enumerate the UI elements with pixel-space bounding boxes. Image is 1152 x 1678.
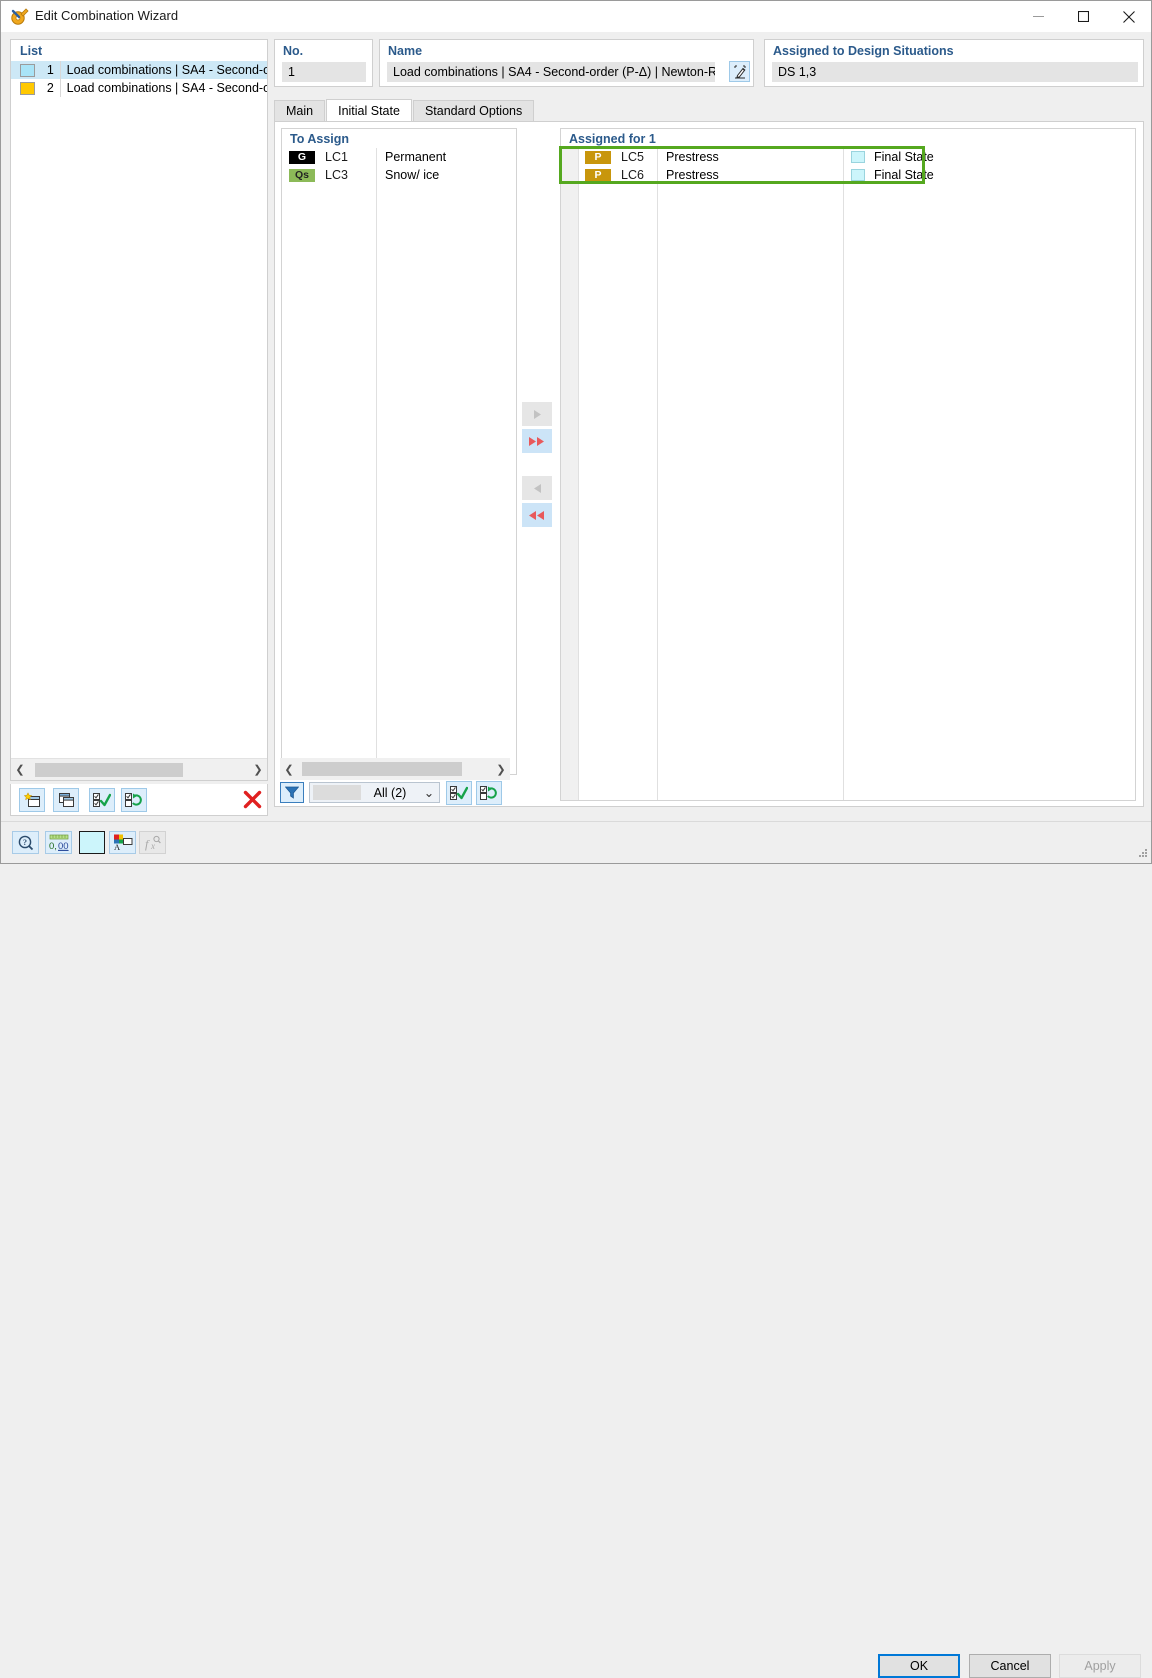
assign-all-button[interactable] <box>522 429 552 453</box>
to-assign-horizontal-scrollbar[interactable]: ❮ ❯ <box>280 758 510 780</box>
design-situations-caption: Assigned to Design Situations <box>773 44 954 58</box>
svg-text:0,: 0, <box>49 841 57 852</box>
copy-combination-button[interactable] <box>53 788 79 812</box>
formula-fx-icon: f x <box>139 831 166 854</box>
minimize-icon[interactable] <box>1016 1 1061 32</box>
chevron-right-icon[interactable]: ❯ <box>249 759 267 781</box>
assigned-grid: P LC5 Prestress Final State P LC6 Prestr… <box>561 148 1135 800</box>
chevron-left-icon[interactable]: ❮ <box>280 758 298 780</box>
list-caption: List <box>20 44 43 58</box>
color-swatch-icon <box>20 63 35 77</box>
number-input[interactable]: 1 <box>282 62 366 82</box>
name-input[interactable]: Load combinations | SA4 - Second-order (… <box>387 62 715 82</box>
decimal-places-icon[interactable]: 0, 00 <box>45 831 72 854</box>
cancel-button[interactable]: Cancel <box>969 1654 1051 1678</box>
tab-bar: Main Initial State Standard Options <box>274 99 535 121</box>
number-caption: No. <box>283 44 304 58</box>
assigned-rows-highlight <box>559 146 925 184</box>
load-case-description: Permanent <box>385 150 447 164</box>
chevron-left-icon[interactable]: ❮ <box>11 759 29 781</box>
select-all-button[interactable] <box>446 780 472 805</box>
column-divider <box>657 148 658 800</box>
maximize-icon[interactable] <box>1061 1 1106 32</box>
scrollbar-thumb[interactable] <box>302 762 462 776</box>
load-case-code: LC1 <box>325 150 348 164</box>
scrollbar-track[interactable] <box>298 762 492 776</box>
table-row[interactable]: G LC1 Permanent <box>282 148 516 166</box>
load-case-badge: G <box>289 150 315 164</box>
list-item-label: Load combinations | SA4 - Second-order ( <box>66 63 267 77</box>
filter-funnel-icon[interactable] <box>280 782 304 803</box>
table-row[interactable]: Qs LC3 Snow/ ice <box>282 166 516 184</box>
list-caption-row: List <box>11 40 267 61</box>
combination-list-panel: List 1 Load combinations | SA4 - Second-… <box>10 39 268 781</box>
list-item-number: 2 <box>46 81 54 95</box>
load-case-code: LC3 <box>325 168 348 182</box>
unassign-all-button[interactable] <box>522 503 552 527</box>
to-assign-caption: To Assign <box>290 132 350 146</box>
chevron-down-icon[interactable]: ⌄ <box>419 785 439 800</box>
to-assign-filter-bar: All (2) ⌄ <box>280 780 510 805</box>
color-swatch-icon <box>20 81 35 95</box>
design-situations-panel: Assigned to Design Situations DS 1,3 <box>764 39 1144 87</box>
svg-text:A: A <box>114 842 121 851</box>
svg-text:f: f <box>145 837 150 851</box>
select-all-button[interactable] <box>89 788 115 812</box>
svg-text:x: x <box>150 841 155 851</box>
name-caption: Name <box>388 44 423 58</box>
filter-value: All (2) <box>373 785 407 800</box>
new-combination-button[interactable] <box>19 788 45 812</box>
unassign-one-button[interactable] <box>522 476 552 500</box>
to-assign-grid: G LC1 Permanent Qs LC3 Snow/ ice <box>282 148 516 774</box>
column-divider <box>376 148 377 774</box>
load-case-badge: Qs <box>289 168 315 182</box>
filter-select[interactable]: All (2) ⌄ <box>309 782 440 803</box>
list-item[interactable]: 2 Load combinations | SA4 - Second-order… <box>11 79 267 97</box>
assigned-box: Assigned for 1 P LC5 Prestress Final Sta… <box>560 128 1136 801</box>
close-icon[interactable] <box>1106 1 1151 32</box>
delete-combination-button[interactable] <box>239 787 265 811</box>
edit-combination-wizard-window: Edit Combination Wizard List 1 Load comb… <box>0 0 1152 1678</box>
tab-standard-options[interactable]: Standard Options <box>412 100 535 121</box>
tab-main[interactable]: Main <box>274 100 326 121</box>
title-bar: Edit Combination Wizard <box>1 1 1151 32</box>
display-properties-icon[interactable]: A <box>109 831 136 854</box>
pencil-edit-icon[interactable] <box>729 61 750 82</box>
load-case-description: Snow/ ice <box>385 168 440 182</box>
combination-wizard-icon <box>10 7 29 26</box>
chevron-right-icon[interactable]: ❯ <box>492 758 510 780</box>
invert-selection-button[interactable] <box>476 780 502 805</box>
window-controls <box>1016 1 1151 32</box>
list-horizontal-scrollbar[interactable]: ❮ ❯ <box>11 758 267 780</box>
apply-button: Apply <box>1059 1654 1141 1678</box>
window-title: Edit Combination Wizard <box>35 8 179 23</box>
column-divider <box>843 148 844 800</box>
list-toolbar <box>10 784 268 816</box>
design-situations-value[interactable]: DS 1,3 <box>772 62 1138 82</box>
to-assign-box: To Assign G LC1 Permanent Qs LC3 Snow/ i… <box>281 128 517 775</box>
tab-initial-state[interactable]: Initial State <box>326 99 412 121</box>
resize-grip-icon[interactable] <box>1137 847 1148 861</box>
assign-one-button[interactable] <box>522 402 552 426</box>
transfer-button-group <box>522 402 552 527</box>
assigned-caption: Assigned for 1 <box>569 132 656 146</box>
row-gutter <box>561 148 579 800</box>
number-field-panel: No. 1 <box>274 39 373 87</box>
list-item[interactable]: 1 Load combinations | SA4 - Second-order… <box>11 61 267 79</box>
list-item-label: Load combinations | SA4 - Second-order ( <box>66 81 267 95</box>
color-swatch-icon[interactable] <box>79 831 105 854</box>
status-bar: ? 0, 00 A f x OK Cancel Apply <box>1 821 1151 1678</box>
ok-button[interactable]: OK <box>878 1654 960 1678</box>
scrollbar-thumb[interactable] <box>35 762 183 777</box>
invert-selection-button[interactable] <box>121 788 147 812</box>
combination-list: 1 Load combinations | SA4 - Second-order… <box>11 61 267 757</box>
info-help-icon[interactable]: ? <box>12 831 39 854</box>
svg-text:?: ? <box>23 838 27 847</box>
filter-color-swatch-icon <box>313 785 361 800</box>
initial-state-panel: To Assign G LC1 Permanent Qs LC3 Snow/ i… <box>274 121 1144 807</box>
list-item-number: 1 <box>46 63 54 77</box>
scrollbar-track[interactable] <box>29 762 249 777</box>
name-field-panel: Name Load combinations | SA4 - Second-or… <box>379 39 754 87</box>
